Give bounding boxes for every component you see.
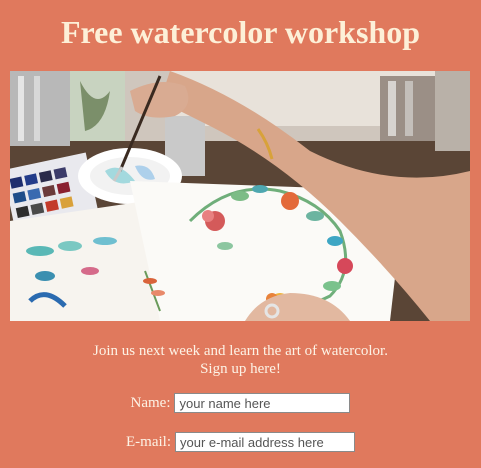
name-input[interactable]: [174, 393, 351, 413]
intro-text: Join us next week and learn the art of w…: [0, 342, 481, 378]
intro-line-2: Sign up here!: [200, 361, 281, 377]
name-row: Name:: [0, 393, 481, 413]
email-row: E-mail:: [0, 432, 481, 452]
email-input[interactable]: [175, 432, 355, 452]
page-title: Free watercolor workshop: [60, 14, 421, 50]
workshop-hero-image: [10, 71, 470, 321]
name-label: Name:: [130, 394, 171, 411]
email-label: E-mail:: [126, 433, 171, 450]
intro-line-1: Join us next week and learn the art of w…: [93, 343, 388, 359]
